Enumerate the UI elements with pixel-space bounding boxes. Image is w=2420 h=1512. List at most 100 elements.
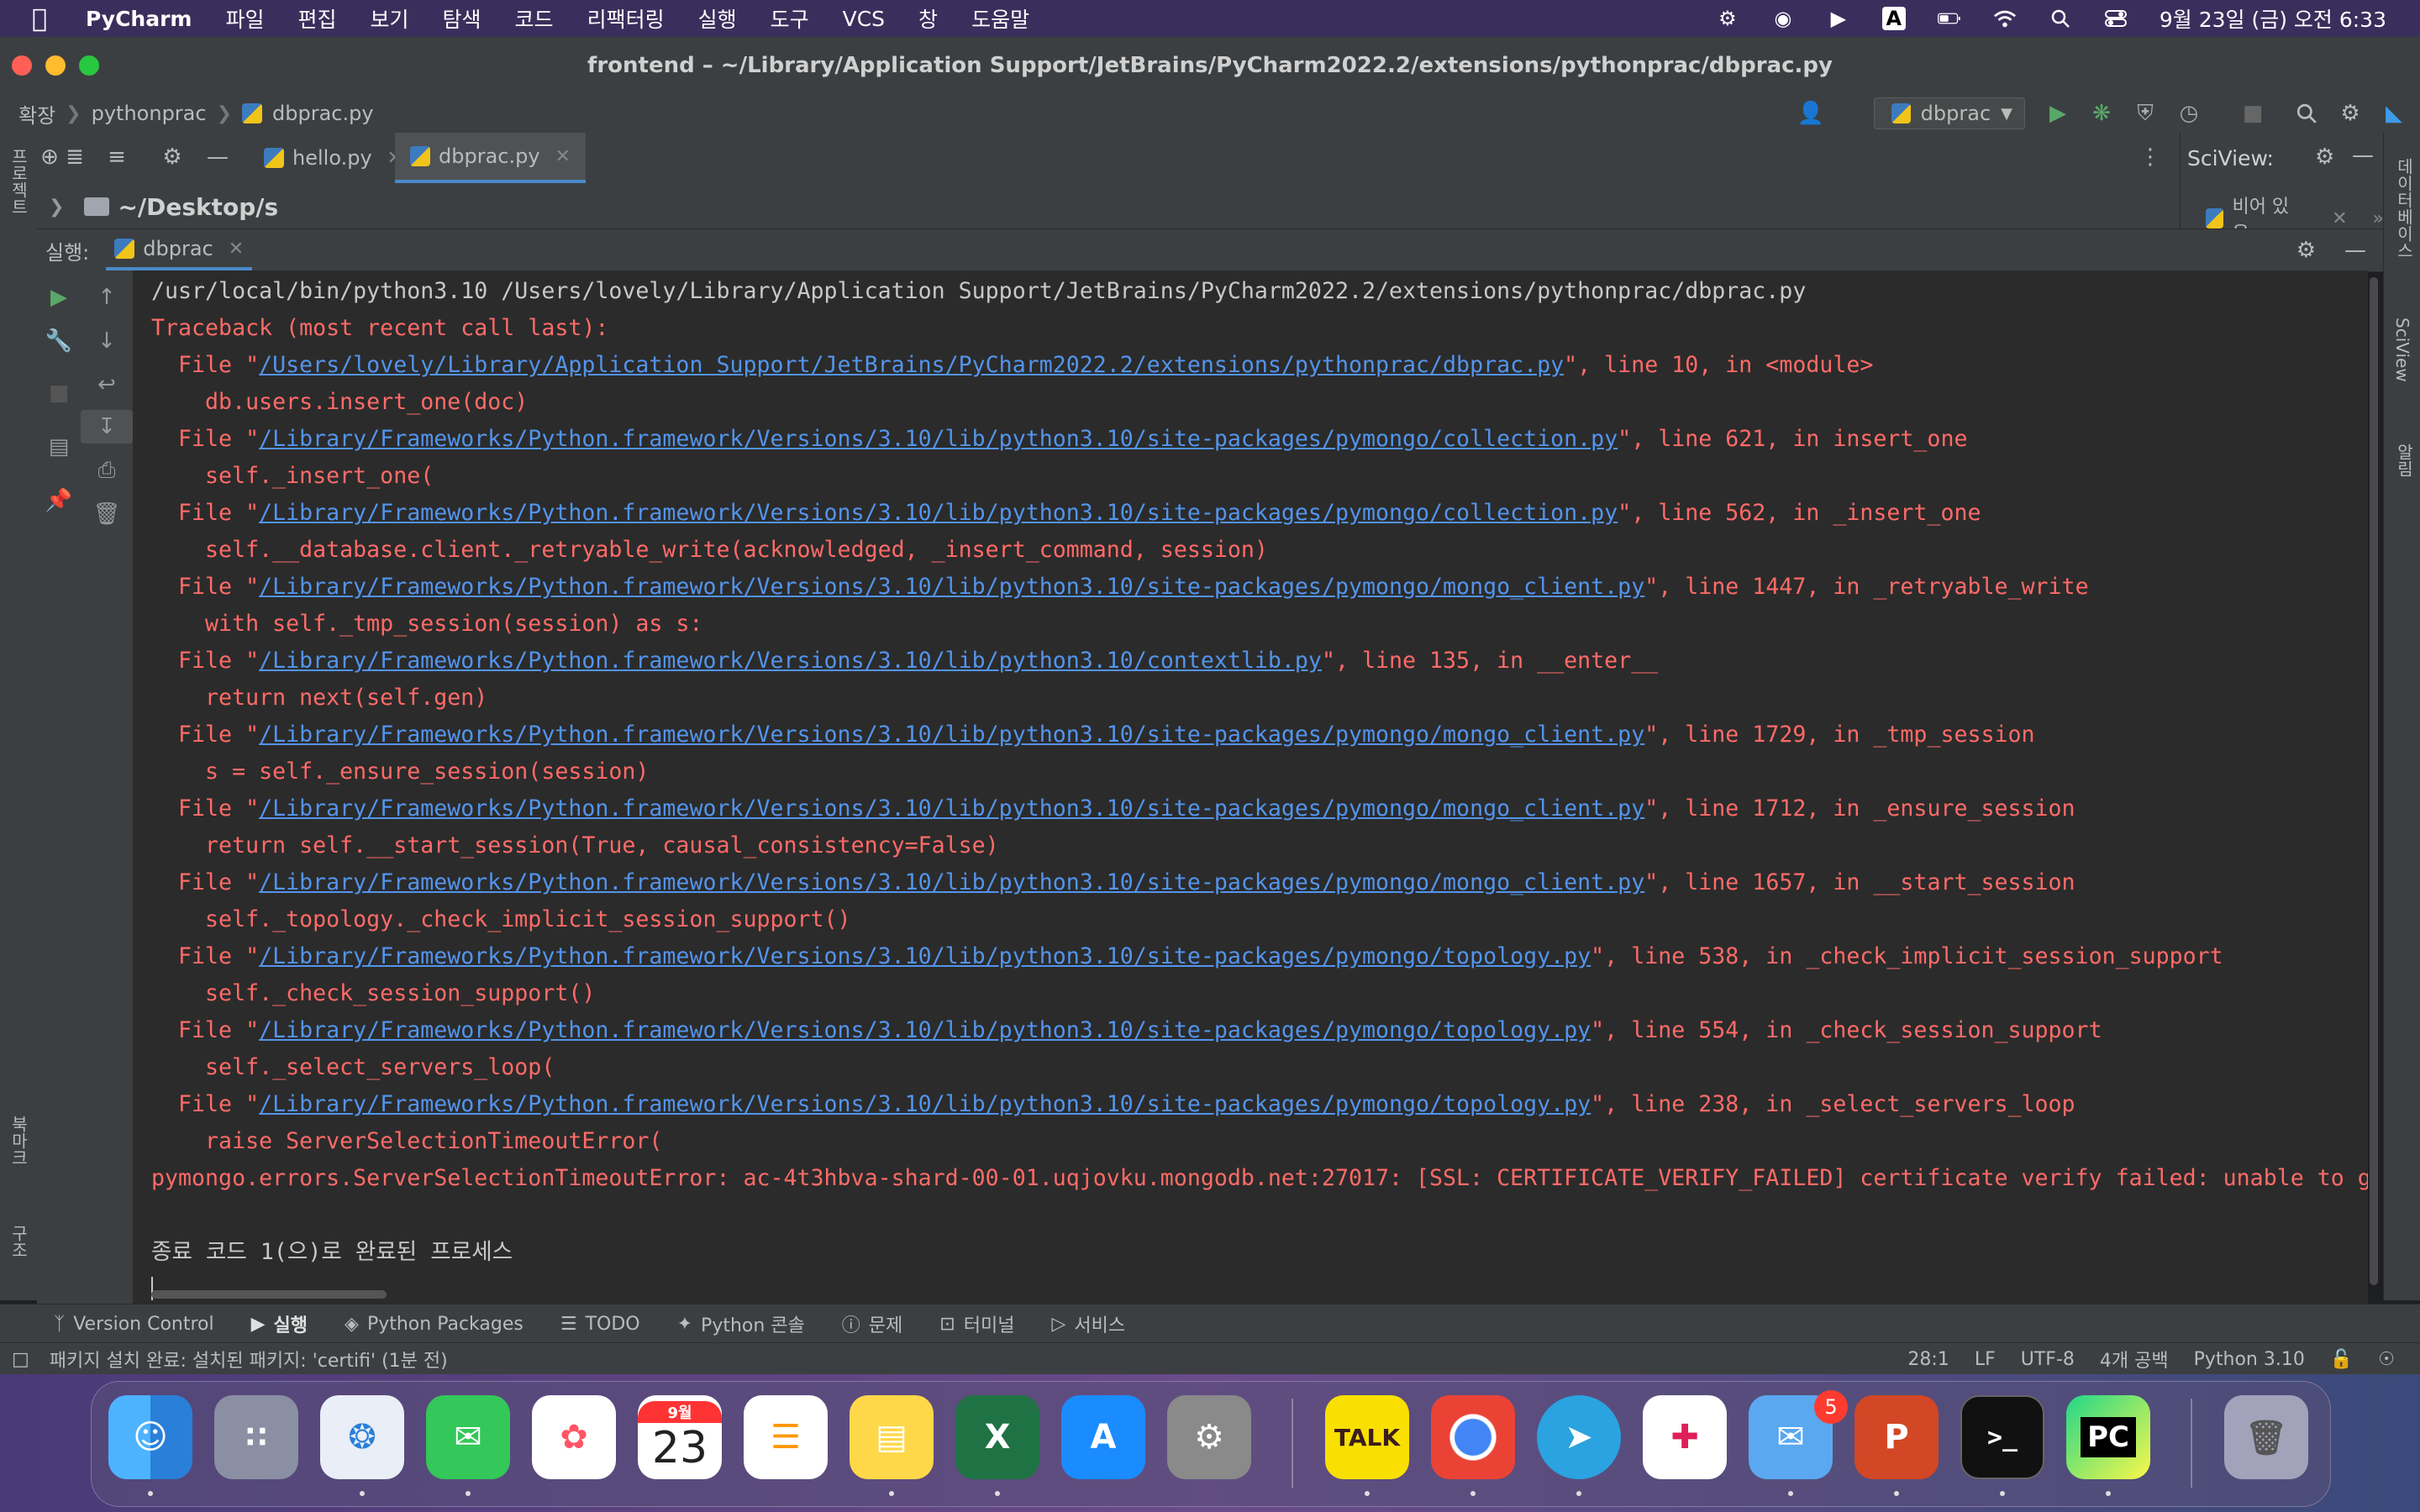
traceback-file-link[interactable]: /Library/Frameworks/Python.framework/Ver… [259, 943, 1591, 969]
battery-icon[interactable] [1937, 7, 1961, 30]
gear-icon[interactable]: ⚙ [2296, 238, 2316, 263]
slack-icon[interactable]: ✚ [1643, 1395, 1727, 1479]
coverage-icon[interactable]: ⛨ [2133, 101, 2158, 126]
gear-icon[interactable]: ⚙ [2315, 144, 2334, 170]
menubar-clock[interactable]: 9월 23일 (금) 오전 6:33 [2160, 3, 2386, 34]
traceback-file-link[interactable]: /Library/Frameworks/Python.framework/Ver… [259, 722, 1644, 748]
expand-all-icon[interactable]: ≣ [62, 144, 87, 170]
menu-app-name[interactable]: PyCharm [86, 7, 192, 31]
minimize-window-button[interactable] [45, 55, 66, 76]
wifi-icon[interactable] [1993, 7, 2017, 30]
trash-icon[interactable]: 🗑 [81, 497, 133, 531]
launchpad-icon[interactable]: ∷ [214, 1395, 298, 1479]
apple-icon[interactable]:  [32, 4, 57, 34]
toggle-tool-windows-icon[interactable]: □ [12, 1349, 29, 1370]
safari-icon[interactable]: ❂ [320, 1395, 404, 1479]
zoom-window-button[interactable] [79, 55, 99, 76]
system-preferences-icon[interactable]: ⚙ [1167, 1395, 1251, 1479]
indent-setting[interactable]: 4개 공백 [2100, 1346, 2169, 1373]
traceback-file-link[interactable]: /Library/Frameworks/Python.framework/Ver… [259, 500, 1618, 526]
menu-tools[interactable]: 도구 [771, 3, 809, 34]
project-tree-row[interactable]: ❯ ~/Desktop/s [37, 185, 2180, 228]
terminal-app-icon[interactable]: >_ [1960, 1395, 2044, 1479]
close-icon[interactable]: ✕ [229, 239, 244, 260]
menu-file[interactable]: 파일 [225, 3, 264, 34]
debug-icon[interactable]: ❋ [2089, 101, 2114, 126]
finder-icon[interactable]: ☺ [108, 1395, 192, 1479]
calendar-icon[interactable]: 9월 23 [638, 1395, 722, 1479]
spotlight-icon[interactable] [2049, 7, 2072, 30]
traceback-file-link[interactable]: /Users/lovely/Library/Application Suppor… [259, 352, 1564, 378]
notes-icon[interactable]: ▤ [850, 1395, 934, 1479]
notifications-tool-button[interactable]: 알림 [2392, 444, 2417, 477]
pin-icon[interactable]: 📌 [37, 484, 81, 517]
gear-icon[interactable]: ⚙ [160, 144, 185, 170]
traceback-file-link[interactable]: /Library/Frameworks/Python.framework/Ver… [259, 869, 1644, 895]
traceback-file-link[interactable]: /Library/Frameworks/Python.framework/Ver… [259, 574, 1644, 600]
run-tab-dbprac[interactable]: dbprac ✕ [106, 230, 253, 270]
hide-icon[interactable]: — [205, 144, 230, 170]
breadcrumb-dbprac[interactable]: dbprac.py [272, 102, 374, 125]
excel-icon[interactable]: X [955, 1395, 1039, 1479]
photos-icon[interactable]: ✿ [532, 1395, 616, 1479]
line-separator[interactable]: LF [1975, 1349, 1996, 1370]
kakaotalk-icon[interactable]: TALK [1325, 1395, 1409, 1479]
more-tabs-icon[interactable]: » [2373, 208, 2384, 229]
tab-terminal[interactable]: ⊡ 터미널 [939, 1310, 1014, 1337]
python-interpreter[interactable]: Python 3.10 [2194, 1349, 2305, 1370]
more-vertical-icon[interactable]: ⋮ [2138, 144, 2163, 170]
menu-vcs[interactable]: VCS [843, 7, 885, 31]
menu-run[interactable]: 실행 [698, 3, 737, 34]
traceback-file-link[interactable]: /Library/Frameworks/Python.framework/Ver… [259, 648, 1322, 674]
horizontal-scrollbar[interactable] [151, 1290, 387, 1299]
hide-icon[interactable]: — [2344, 238, 2366, 263]
telegram-icon[interactable]: ➤ [1537, 1395, 1621, 1479]
tab-todo[interactable]: ☰ TODO [560, 1314, 640, 1335]
chat-status-icon[interactable]: ◉ [1771, 7, 1795, 30]
database-tool-button[interactable]: 데이터베이스 [2392, 158, 2417, 259]
tab-run[interactable]: ▶ 실행 [251, 1310, 308, 1337]
update-icon[interactable]: ◣ [2381, 101, 2407, 126]
tab-dbprac-py[interactable]: dbprac.py ✕ [395, 133, 586, 183]
collapse-all-icon[interactable]: ≡ [104, 144, 129, 170]
traceback-file-link[interactable]: /Library/Frameworks/Python.framework/Ver… [259, 1017, 1591, 1043]
scroll-to-end-icon[interactable]: ↧ [81, 410, 133, 444]
stop-icon[interactable]: ■ [2240, 101, 2265, 126]
breadcrumb-extensions[interactable]: 확장 [18, 99, 55, 129]
close-icon[interactable]: ✕ [555, 146, 571, 167]
lock-icon[interactable]: 🔓 [2330, 1349, 2353, 1370]
hide-icon[interactable]: — [2352, 143, 2374, 168]
traceback-file-link[interactable]: /Library/Frameworks/Python.framework/Ver… [259, 795, 1644, 822]
run-console-output[interactable]: /usr/local/bin/python3.10 /Users/lovely/… [133, 270, 2368, 1304]
caret-position[interactable]: 28:1 [1907, 1349, 1949, 1370]
user-icon[interactable]: 👤 [1797, 101, 1824, 126]
select-opened-file-icon[interactable]: ⊕ [37, 144, 62, 170]
run-icon[interactable]: ▶ [2045, 101, 2070, 126]
print-icon[interactable]: ⎙ [81, 454, 133, 487]
close-icon[interactable]: ✕ [2332, 208, 2347, 229]
tab-services[interactable]: ▷ 서비스 [1051, 1310, 1125, 1337]
wrench-icon[interactable]: 🔧 [37, 324, 81, 358]
tab-hello-py[interactable]: hello.py ✕ [249, 133, 418, 183]
menu-help[interactable]: 도움말 [971, 3, 1029, 34]
reminders-icon[interactable]: ☰ [744, 1395, 828, 1479]
traceback-file-link[interactable]: /Library/Frameworks/Python.framework/Ver… [259, 1091, 1591, 1117]
status-message[interactable]: 패키지 설치 완료: 설치된 패키지: 'certifi' (1분 전) [50, 1346, 448, 1373]
structure-tool-button[interactable]: 구조 [7, 1225, 31, 1258]
trash-icon[interactable]: 🗑 [2224, 1395, 2308, 1479]
cleaner-icon[interactable]: ⚙ [1716, 7, 1739, 30]
inspection-icon[interactable]: ☉ [2378, 1349, 2395, 1370]
chevron-right-icon[interactable]: ❯ [49, 197, 64, 218]
control-center-icon[interactable] [2104, 7, 2128, 30]
messages-icon[interactable]: ✉ [426, 1395, 510, 1479]
vertical-scrollbar[interactable] [2368, 277, 2380, 1302]
layout-icon[interactable]: ▤ [37, 430, 81, 464]
input-source-icon[interactable]: A [1881, 7, 1906, 30]
menu-edit[interactable]: 편집 [298, 3, 337, 34]
arrow-down-icon[interactable]: ↓ [81, 324, 133, 358]
pycharm-icon[interactable]: PC [2066, 1395, 2150, 1479]
breadcrumb-pythonprac[interactable]: pythonprac [92, 102, 207, 125]
chrome-icon[interactable] [1431, 1395, 1515, 1479]
soft-wrap-icon[interactable]: ↩ [81, 368, 133, 402]
stop-icon[interactable]: ■ [37, 376, 81, 410]
